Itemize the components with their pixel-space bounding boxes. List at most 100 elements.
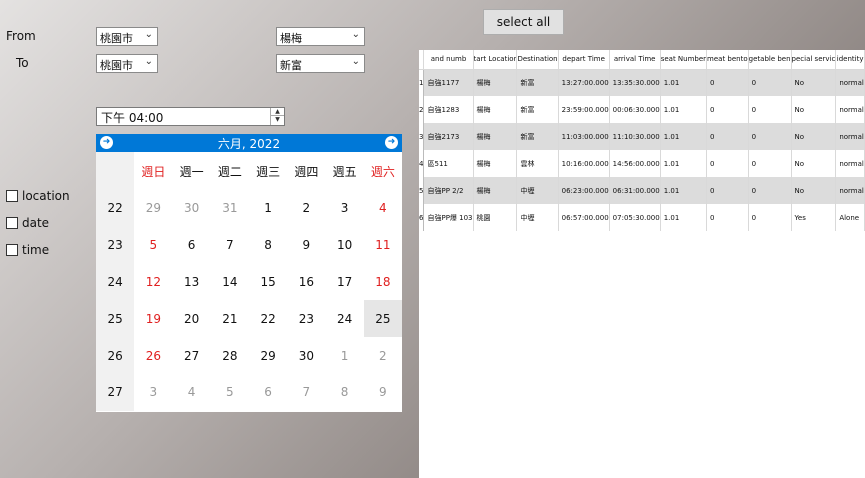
calendar-day[interactable]: 5 — [211, 374, 249, 411]
spin-up-icon[interactable]: ▲ — [271, 108, 284, 116]
calendar-day[interactable]: 11 — [364, 227, 402, 264]
table-cell[interactable]: 中壢 — [516, 177, 559, 204]
table-cell[interactable]: 新富 — [516, 69, 559, 96]
table-cell[interactable]: 新富 — [516, 123, 559, 150]
location-checkbox[interactable]: location — [6, 189, 70, 203]
table-cell[interactable]: 0 — [748, 123, 792, 150]
table-cell[interactable]: 中壢 — [516, 204, 559, 231]
calendar-day[interactable]: 1 — [249, 190, 287, 227]
calendar-day[interactable]: 16 — [287, 264, 325, 301]
table-cell[interactable]: 1.01 — [660, 177, 708, 204]
table-cell[interactable]: No — [791, 123, 837, 150]
table-cell[interactable]: 13:35:30.000 — [609, 69, 661, 96]
table-cell[interactable]: 0 — [748, 177, 792, 204]
table-cell[interactable]: 0 — [706, 123, 749, 150]
table-cell[interactable]: 14:56:00.000 — [609, 150, 661, 177]
calendar-day[interactable]: 2 — [287, 190, 325, 227]
calendar-day[interactable]: 25 — [363, 300, 402, 338]
calendar-day[interactable]: 30 — [287, 337, 325, 374]
calendar-day[interactable]: 23 — [287, 300, 325, 337]
table-row[interactable]: 2 自強1283 楊梅 新富 23:59:00.000 00:06:30.000 1.01 0… — [419, 96, 865, 123]
calendar-month-title[interactable]: 六月, 2022 — [218, 135, 280, 152]
table-cell[interactable]: 0 — [706, 177, 749, 204]
column-header[interactable]: getable ben — [748, 50, 792, 70]
calendar-day[interactable]: 22 — [249, 300, 287, 337]
table-row[interactable]: 4 區511 楊梅 雲林 10:16:00.000 14:56:00.000 1.01 0 0 N… — [419, 150, 865, 177]
table-row[interactable]: 6 自強PP爆 103 桃園 中壢 06:57:00.000 07:05:30.000 1.… — [419, 204, 865, 231]
calendar-day[interactable]: 4 — [364, 190, 402, 227]
table-cell[interactable]: 自強PP 2/2 — [423, 177, 474, 204]
spin-down-icon[interactable]: ▼ — [271, 116, 284, 124]
column-header[interactable]: identity — [835, 50, 865, 70]
table-cell[interactable]: 0 — [748, 96, 792, 123]
table-cell[interactable]: 07:05:30.000 — [609, 204, 661, 231]
calendar-day[interactable]: 20 — [173, 300, 211, 337]
table-cell[interactable]: normal — [835, 123, 865, 150]
table-cell[interactable]: 23:59:00.000 — [558, 96, 610, 123]
calendar-day[interactable]: 9 — [364, 374, 402, 411]
column-header[interactable]: Destination — [516, 50, 559, 70]
table-row[interactable]: 1 自強1177 楊梅 新富 13:27:00.000 13:35:30.000 1.01 0… — [419, 69, 865, 96]
column-header[interactable]: seat Number — [660, 50, 708, 70]
table-cell[interactable]: 新富 — [516, 96, 559, 123]
calendar-day[interactable]: 8 — [326, 374, 364, 411]
time-picker[interactable]: 下午 04:00 ▲ ▼ — [96, 107, 285, 126]
table-cell[interactable]: 楊梅 — [473, 150, 518, 177]
calendar-day[interactable]: 15 — [249, 264, 287, 301]
table-cell[interactable]: 0 — [748, 204, 792, 231]
table-cell[interactable]: 自強2173 — [423, 123, 474, 150]
calendar-day[interactable]: 18 — [364, 264, 402, 301]
results-data-grid[interactable]: and numb tart Locatior Destination depart T… — [419, 50, 865, 478]
calendar-day[interactable]: 19 — [134, 300, 172, 337]
checkbox-box[interactable] — [6, 190, 18, 202]
calendar-day[interactable]: 7 — [211, 227, 249, 264]
arrow-left-icon[interactable]: ➜ — [100, 136, 113, 149]
select-all-button[interactable]: select all — [483, 9, 564, 35]
checkbox-box[interactable] — [6, 244, 18, 256]
table-cell[interactable]: 06:57:00.000 — [558, 204, 610, 231]
calendar-day[interactable]: 13 — [173, 264, 211, 301]
calendar-day[interactable]: 7 — [287, 374, 325, 411]
table-cell[interactable]: No — [791, 150, 837, 177]
table-cell[interactable]: No — [791, 96, 837, 123]
table-cell[interactable]: normal — [835, 69, 865, 96]
table-cell[interactable]: 楊梅 — [473, 69, 518, 96]
calendar-day[interactable]: 26 — [134, 337, 172, 374]
table-cell[interactable]: normal — [835, 177, 865, 204]
table-cell[interactable]: normal — [835, 96, 865, 123]
table-cell[interactable]: 自強1283 — [423, 96, 474, 123]
table-cell[interactable]: Alone — [835, 204, 865, 231]
calendar-day[interactable]: 29 — [249, 337, 287, 374]
table-cell[interactable]: 0 — [706, 204, 749, 231]
calendar-day[interactable]: 9 — [287, 227, 325, 264]
table-cell[interactable]: 0 — [706, 150, 749, 177]
column-header[interactable]: and numb — [423, 50, 474, 70]
checkbox-box[interactable] — [6, 217, 18, 229]
calendar-day[interactable]: 27 — [173, 337, 211, 374]
table-cell[interactable]: No — [791, 177, 837, 204]
to-station-select[interactable]: 新富 ⌄ — [276, 54, 365, 73]
table-cell[interactable]: 0 — [748, 69, 792, 96]
arrow-right-icon[interactable]: ➜ — [385, 136, 398, 149]
table-row[interactable]: 3 自強2173 楊梅 新富 11:03:00.000 11:10:30.000 1.01 0… — [419, 123, 865, 150]
table-cell[interactable]: 11:10:30.000 — [609, 123, 661, 150]
month-calendar[interactable]: ➜ 六月, 2022 ➜ 週日 週一 週二 週三 週四 週五 週六 22 29 30 31 1 2 3 4 2… — [96, 134, 402, 412]
calendar-day[interactable]: 30 — [173, 190, 211, 227]
table-cell[interactable]: 自強PP爆 103 — [423, 204, 474, 231]
column-header[interactable]: arrival Time — [609, 50, 661, 70]
calendar-day[interactable]: 24 — [326, 300, 364, 337]
table-cell[interactable]: normal — [835, 150, 865, 177]
table-cell[interactable]: 06:23:00.000 — [558, 177, 610, 204]
table-cell[interactable]: 0 — [706, 96, 749, 123]
calendar-day[interactable]: 2 — [364, 337, 402, 374]
calendar-day[interactable]: 3 — [326, 190, 364, 227]
column-header[interactable]: pecial servic — [791, 50, 837, 70]
calendar-day[interactable]: 6 — [173, 227, 211, 264]
calendar-day[interactable]: 8 — [249, 227, 287, 264]
calendar-day[interactable]: 12 — [134, 264, 172, 301]
from-city-select[interactable]: 桃園市 ⌄ — [96, 27, 158, 46]
table-cell[interactable]: 00:06:30.000 — [609, 96, 661, 123]
table-cell[interactable]: 1.01 — [660, 123, 708, 150]
column-header[interactable]: tart Locatior — [473, 50, 518, 70]
table-cell[interactable]: 06:31:00.000 — [609, 177, 661, 204]
